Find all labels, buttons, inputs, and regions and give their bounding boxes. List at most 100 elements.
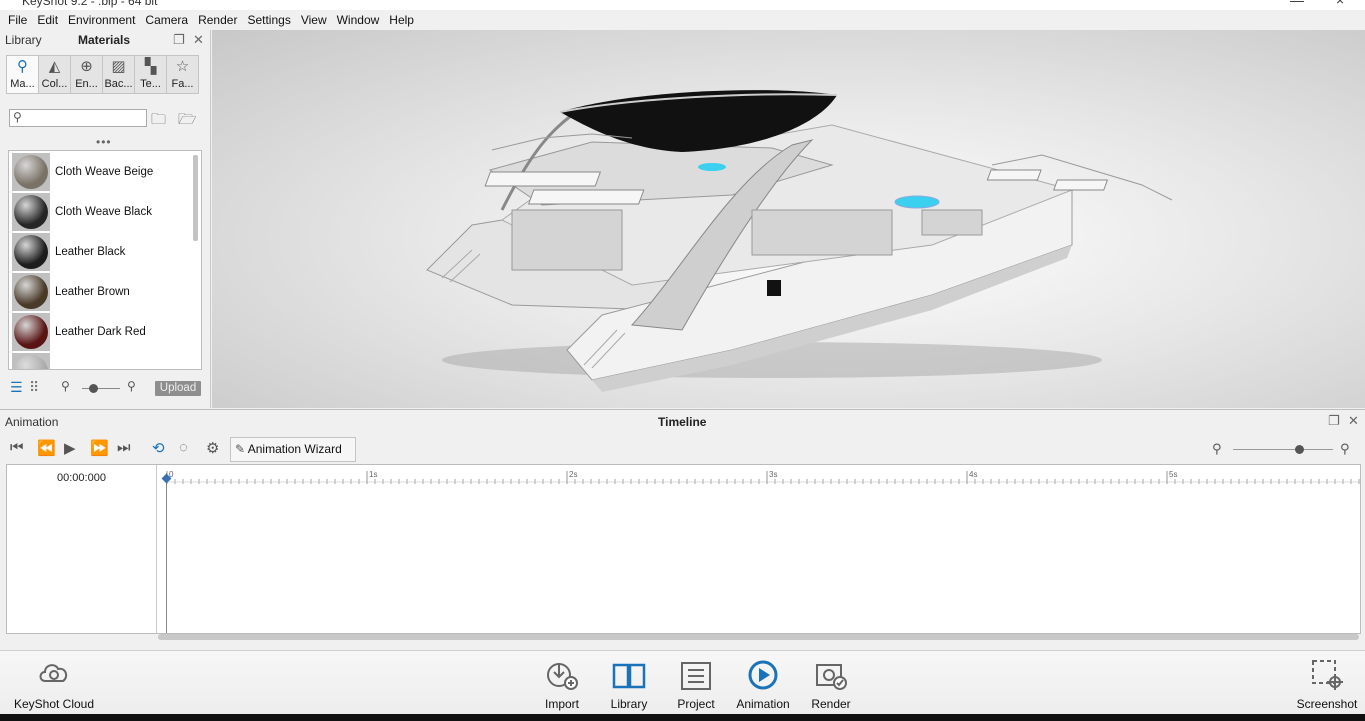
step-forward-icon[interactable]: ⏩ [90,439,109,457]
library-panel: Library Materials ❐ ✕ ⚲ Ma... ◭ Col... ⊕… [0,30,211,408]
search-icon: ⚲ [13,110,22,124]
tab-environments[interactable]: ⊕ En... [70,55,103,94]
slider-handle[interactable] [1295,445,1304,454]
list-item[interactable]: Leather Brown [12,272,187,312]
library-panel-header: Library Materials ❐ ✕ [0,30,210,50]
search-input[interactable] [26,111,144,125]
settings-gear-icon[interactable]: ⚙ [206,439,219,457]
material-thumbnail [12,153,50,191]
undock-icon[interactable]: ❐ [1328,413,1340,429]
folder-options-icon[interactable]: 🗁 [178,109,197,134]
animation-icon [732,657,794,697]
timeline-zoom-slider[interactable] [1233,449,1333,450]
tab-textures[interactable]: ▚ Te... [134,55,167,94]
ruler-label: 2s [569,470,577,479]
list-item[interactable]: Cloth Weave Beige [12,152,187,192]
menu-window[interactable]: Window [332,10,385,30]
menu-file[interactable]: File [3,10,32,30]
animation-button[interactable]: Animation [732,657,794,711]
textures-icon: ▚ [144,58,157,75]
more-options-icon[interactable]: ••• [96,135,112,149]
loop-icon[interactable]: ⟲ [152,439,165,457]
timecode-column: 00:00:000 [7,465,157,633]
list-scrollbar[interactable] [193,155,198,241]
backplates-icon: ▨ [111,58,126,75]
list-item[interactable] [12,352,187,369]
timeline-ruler[interactable]: 0 1s 2s 3s 4s 5s [165,465,1360,487]
menu-settings[interactable]: Settings [242,10,295,30]
step-back-icon[interactable]: ⏪ [37,439,56,457]
project-button[interactable]: Project [671,657,721,711]
search-box: ⚲ [9,109,147,127]
library-tabs: ⚲ Ma... ◭ Col... ⊕ En... ▨ Bac... ▚ Te..… [6,55,199,94]
tab-backplates[interactable]: ▨ Bac... [102,55,135,94]
preview-icon[interactable]: ◌ [179,439,188,456]
taskbar-strip [0,714,1365,721]
grid-view-icon[interactable]: ⠿ [29,379,39,396]
close-panel-icon[interactable]: ✕ [193,32,204,48]
screenshot-button[interactable]: Screenshot [1292,657,1362,711]
import-icon [537,657,587,697]
keyshot-cloud-button[interactable]: KeyShot Cloud [10,657,98,711]
animation-wizard-button[interactable]: ✎ Animation Wizard [230,437,356,462]
materials-list: Cloth Weave Beige Cloth Weave Black Leat… [8,150,202,370]
add-folder-icon[interactable]: 🗀 [151,109,166,134]
close-icon[interactable]: × [1336,0,1344,8]
tab-materials[interactable]: ⚲ Ma... [6,55,39,94]
tab-favorites[interactable]: ☆ Fa... [166,55,199,94]
list-view-icon[interactable]: ☰ [10,379,23,396]
menu-render[interactable]: Render [193,10,242,30]
zoom-out-icon[interactable]: ⚲ [61,379,70,393]
menu-environment[interactable]: Environment [63,10,140,30]
menu-view[interactable]: View [296,10,332,30]
wizard-icon: ✎ [235,442,246,456]
ruler-label: 3s [769,470,777,479]
book-icon [604,657,654,697]
zoom-out-icon[interactable]: ⚲ [1212,441,1222,457]
ruler-label: 4s [969,470,977,479]
ruler-label: 5s [1169,470,1177,479]
zoom-in-icon[interactable]: ⚲ [127,379,136,393]
bottom-toolbar: KeyShot Cloud Import Library Project Ani… [0,650,1365,721]
minimize-icon[interactable]: — [1290,0,1304,8]
menu-help[interactable]: Help [384,10,419,30]
timeline-label: Timeline [658,415,707,429]
animation-panel-header: Animation Timeline ❐ ✕ [0,409,1365,431]
playhead[interactable] [166,473,167,633]
catamaran-model [426,90,1173,392]
close-panel-icon[interactable]: ✕ [1348,413,1359,429]
material-thumbnail [12,313,50,351]
render-viewport[interactable] [212,30,1365,408]
render-button[interactable]: Render [806,657,856,711]
menu-camera[interactable]: Camera [140,10,193,30]
list-item[interactable]: Cloth Weave Black [12,192,187,232]
slider-handle[interactable] [89,384,98,393]
tab-colors[interactable]: ◭ Col... [38,55,71,94]
timeline-scrollbar[interactable] [158,634,1359,640]
materials-label: Materials [78,33,131,47]
zoom-in-icon[interactable]: ⚲ [1340,441,1350,457]
project-icon [671,657,721,697]
import-button[interactable]: Import [537,657,587,711]
materials-icon: ⚲ [17,58,28,75]
animation-label: Animation [5,415,59,429]
title-bar: KeyShot 9.2 - .bip - 64 bit — × [0,0,1365,10]
timeline-area[interactable]: 00:00:000 0 1s 2s 3s 4s 5s [6,464,1361,634]
material-thumbnail [12,233,50,271]
timecode: 00:00:000 [57,472,106,484]
skip-to-end-icon[interactable]: ⏭ [117,439,131,456]
menu-edit[interactable]: Edit [32,10,63,30]
library-bottom-tools: ☰ ⠿ ⚲ ⚲ Upload [0,375,211,401]
thumbnail-size-slider[interactable] [82,388,120,389]
list-item[interactable]: Leather Dark Red [12,312,187,352]
upload-button[interactable]: Upload [155,381,201,396]
play-icon[interactable]: ▶ [64,439,76,457]
favorites-icon: ☆ [175,58,190,75]
library-button[interactable]: Library [604,657,654,711]
list-item[interactable]: Leather Black [12,232,187,272]
undock-icon[interactable]: ❐ [173,32,185,48]
skip-to-start-icon[interactable]: ⏮ [10,439,24,456]
screenshot-icon [1292,657,1362,697]
library-label[interactable]: Library [5,33,42,47]
ruler-label: 1s [369,470,377,479]
